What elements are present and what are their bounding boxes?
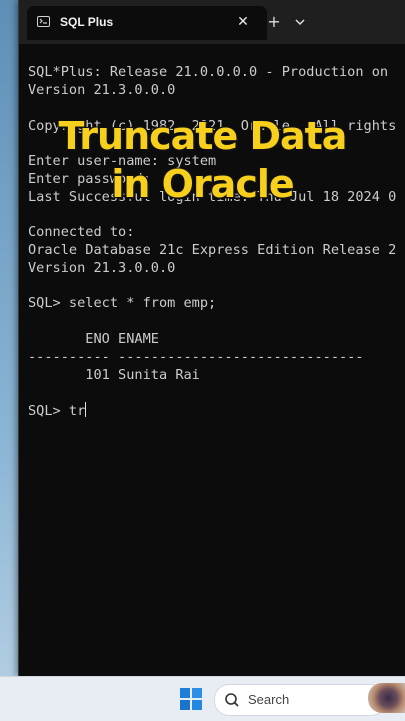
- taskbar: Search: [0, 676, 405, 721]
- taskbar-search[interactable]: Search: [214, 684, 386, 716]
- terminal-line: Connected to:: [28, 224, 135, 240]
- terminal-line: Enter password:: [28, 171, 151, 187]
- chevron-down-icon[interactable]: [293, 12, 307, 32]
- tab-bar: SQL Plus ✕ +: [19, 0, 405, 44]
- terminal-line: SQL> select * from emp;: [28, 295, 217, 311]
- text-cursor: [85, 402, 87, 417]
- terminal-line: Version 21.3.0.0.0: [28, 260, 176, 276]
- windows-start-icon[interactable]: [180, 688, 202, 710]
- terminal-window: SQL Plus ✕ + SQL*Plus: Release 21.0.0.0.…: [18, 0, 405, 676]
- search-label: Search: [248, 692, 290, 707]
- terminal-line: Version 21.3.0.0.0: [28, 82, 176, 98]
- search-highlight-image: [368, 683, 405, 713]
- search-icon: [224, 692, 240, 712]
- terminal-line: Copyright (c) 1982, 2021, Oracle. All ri…: [28, 118, 397, 134]
- close-tab-icon[interactable]: ✕: [233, 12, 253, 32]
- tab-sql-plus[interactable]: SQL Plus ✕: [27, 6, 267, 40]
- new-tab-button[interactable]: +: [265, 12, 283, 32]
- terminal-icon: [37, 16, 50, 27]
- terminal-line: SQL> tr: [28, 403, 86, 419]
- terminal-line: 101 Sunita Rai: [28, 367, 200, 383]
- terminal-line: Last Successful login time: Thu Jul 18 2…: [28, 189, 397, 205]
- terminal-line: Oracle Database 21c Express Edition Rele…: [28, 242, 397, 258]
- terminal-line: ---------- -----------------------------…: [28, 349, 364, 365]
- terminal-prompt-line: SQL> tr: [28, 402, 87, 420]
- terminal-output[interactable]: SQL*Plus: Release 21.0.0.0.0 - Productio…: [19, 44, 405, 676]
- terminal-line: SQL*Plus: Release 21.0.0.0.0 - Productio…: [28, 64, 389, 80]
- terminal-line: Enter user-name: system: [28, 153, 217, 169]
- tab-title: SQL Plus: [60, 15, 114, 29]
- terminal-line: ENO ENAME: [28, 331, 159, 347]
